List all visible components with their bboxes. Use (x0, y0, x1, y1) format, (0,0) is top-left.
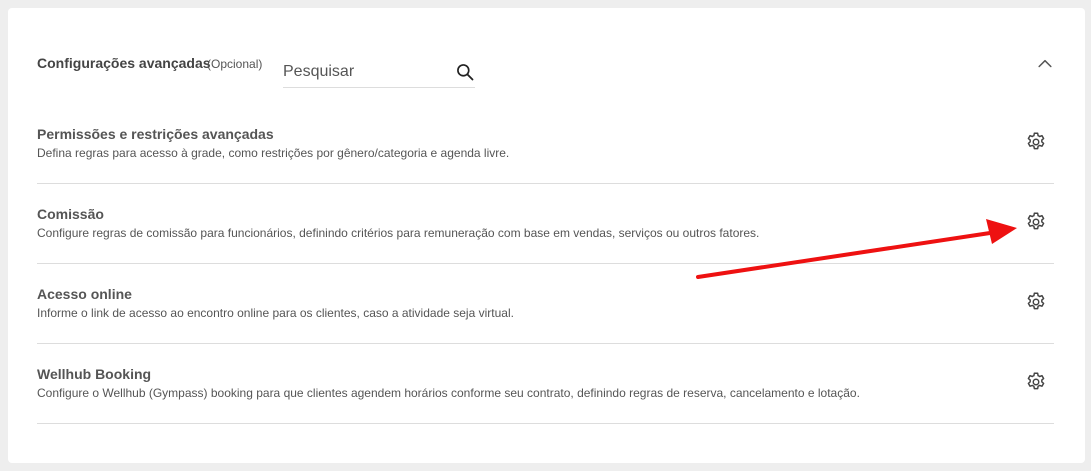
advanced-settings-card: Configurações avançadas (Opcional) Permi… (8, 8, 1085, 463)
gear-icon[interactable] (1025, 131, 1047, 153)
settings-row-permissions: Permissões e restrições avançadas Defina… (37, 104, 1054, 184)
chevron-up-icon[interactable] (1035, 54, 1055, 74)
row-description: Configure regras de comissão para funcio… (37, 226, 760, 240)
search-icon[interactable] (455, 62, 475, 82)
advanced-settings-header: Configurações avançadas (Opcional) (8, 8, 1085, 108)
section-title: Configurações avançadas (37, 55, 211, 71)
row-description: Informe o link de acesso ao encontro onl… (37, 306, 514, 320)
row-title: Comissão (37, 206, 104, 222)
settings-row-online-access: Acesso online Informe o link de acesso a… (37, 264, 1054, 344)
row-description: Configure o Wellhub (Gympass) booking pa… (37, 386, 860, 400)
gear-icon[interactable] (1025, 211, 1047, 233)
settings-row-commission: Comissão Configure regras de comissão pa… (37, 184, 1054, 264)
row-title: Acesso online (37, 286, 132, 302)
row-description: Defina regras para acesso à grade, como … (37, 146, 510, 160)
settings-row-wellhub-booking: Wellhub Booking Configure o Wellhub (Gym… (37, 344, 1054, 424)
gear-icon[interactable] (1025, 291, 1047, 313)
gear-icon[interactable] (1025, 371, 1047, 393)
row-title: Wellhub Booking (37, 366, 152, 382)
optional-label: (Opcional) (207, 57, 263, 71)
search-input[interactable] (283, 60, 443, 84)
row-title: Permissões e restrições avançadas (37, 126, 274, 142)
search-field (283, 56, 475, 88)
